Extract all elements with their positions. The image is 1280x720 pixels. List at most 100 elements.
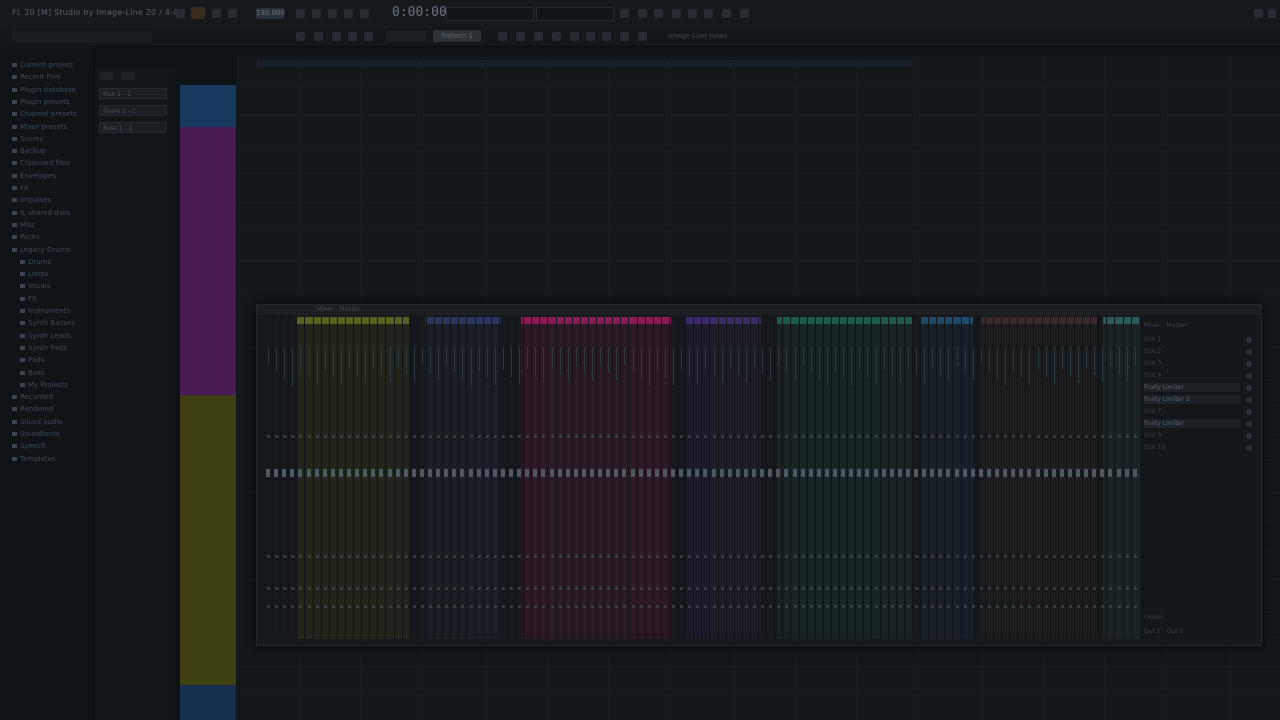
mute-icon[interactable] xyxy=(647,605,651,608)
volume-fader[interactable] xyxy=(760,469,765,477)
volume-fader[interactable] xyxy=(695,469,700,477)
piano-roll-icon[interactable] xyxy=(654,9,663,18)
pan-knob[interactable] xyxy=(1085,435,1089,438)
mute-icon[interactable] xyxy=(526,605,530,608)
volume-fader[interactable] xyxy=(517,469,522,477)
slot-enable-icon[interactable] xyxy=(1246,409,1252,415)
pan-knob[interactable] xyxy=(753,435,756,438)
mixer-channel-strip[interactable] xyxy=(743,317,751,639)
mixer-out-select[interactable]: Out 1 - Out 2 xyxy=(1144,627,1240,636)
mixer-channel-strip[interactable] xyxy=(638,317,646,639)
volume-fader[interactable] xyxy=(379,469,384,477)
route-knob[interactable] xyxy=(1012,587,1016,590)
mixer-channel-strip[interactable] xyxy=(411,317,419,639)
pan-knob[interactable] xyxy=(469,435,473,438)
route-knob[interactable] xyxy=(1068,587,1072,590)
mute-icon[interactable] xyxy=(615,605,619,608)
mute-icon[interactable] xyxy=(380,605,384,608)
route-knob[interactable] xyxy=(542,587,546,590)
mute-icon[interactable] xyxy=(850,605,854,608)
volume-fader[interactable] xyxy=(743,469,748,477)
pan-knob[interactable] xyxy=(477,435,481,438)
route-knob[interactable] xyxy=(1125,587,1129,590)
mixer-channel-strip[interactable] xyxy=(613,317,622,639)
mute-icon[interactable] xyxy=(1004,605,1008,608)
view-rack-icon[interactable] xyxy=(534,32,543,41)
mute-icon[interactable] xyxy=(518,605,522,608)
route-knob[interactable] xyxy=(712,587,716,590)
volume-fader[interactable] xyxy=(525,469,530,477)
send-knob[interactable] xyxy=(825,555,829,558)
route-knob[interactable] xyxy=(429,587,432,590)
mixer-channel-strip[interactable] xyxy=(646,317,654,639)
browser-item[interactable]: Speech xyxy=(12,441,46,452)
mixer-channel-strip[interactable] xyxy=(759,317,768,639)
send-knob[interactable] xyxy=(753,555,756,558)
pan-knob[interactable] xyxy=(510,435,513,438)
route-knob[interactable] xyxy=(996,587,999,590)
mute-icon[interactable] xyxy=(834,605,837,608)
send-knob[interactable] xyxy=(485,555,489,558)
route-knob[interactable] xyxy=(890,587,894,590)
send-knob[interactable] xyxy=(299,555,303,558)
record-icon[interactable] xyxy=(176,9,185,18)
send-knob[interactable] xyxy=(1060,555,1064,558)
send-knob[interactable] xyxy=(1052,555,1056,558)
volume-fader[interactable] xyxy=(1092,469,1097,477)
volume-fader[interactable] xyxy=(679,469,684,477)
volume-fader[interactable] xyxy=(290,469,295,477)
mixer-channel-strip[interactable] xyxy=(816,317,824,639)
send-knob[interactable] xyxy=(1036,555,1040,558)
slot-enable-icon[interactable] xyxy=(1246,337,1252,343)
route-knob[interactable] xyxy=(866,587,870,590)
view-mixer-icon[interactable] xyxy=(552,32,561,41)
mixer-channel-strip[interactable] xyxy=(1116,317,1124,639)
snap-select[interactable] xyxy=(386,31,426,42)
pan-knob[interactable] xyxy=(283,435,287,438)
mixer-channel-strip[interactable] xyxy=(492,317,500,639)
mixer-channel-strip[interactable] xyxy=(1099,317,1108,639)
route-knob[interactable] xyxy=(720,587,724,590)
volume-fader[interactable] xyxy=(905,469,910,477)
volume-fader[interactable] xyxy=(711,469,716,477)
mixer-channel-strip[interactable] xyxy=(524,317,533,639)
pan-knob[interactable] xyxy=(372,435,376,438)
mixer-channel-strip[interactable] xyxy=(702,317,711,639)
arrow-left-icon[interactable] xyxy=(332,32,341,41)
route-knob[interactable] xyxy=(404,587,408,590)
mute-icon[interactable] xyxy=(1093,605,1097,608)
volume-fader[interactable] xyxy=(638,469,643,477)
pan-knob[interactable] xyxy=(817,435,821,438)
pan-knob[interactable] xyxy=(963,435,967,438)
mixer-channel-strip[interactable] xyxy=(1018,317,1027,639)
pan-knob[interactable] xyxy=(655,435,659,438)
volume-fader[interactable] xyxy=(411,469,416,477)
pan-knob[interactable] xyxy=(720,435,724,438)
route-knob[interactable] xyxy=(477,587,481,590)
mixer-channel-strip[interactable] xyxy=(775,317,784,639)
volume-fader[interactable] xyxy=(622,469,627,477)
mute-icon[interactable] xyxy=(1117,605,1121,608)
track-strip-yellow[interactable] xyxy=(180,395,236,685)
pan-knob[interactable] xyxy=(1125,435,1129,438)
mixer-channel-strip[interactable] xyxy=(362,317,371,639)
send-knob[interactable] xyxy=(1004,555,1008,558)
cpu-icon[interactable] xyxy=(620,9,629,18)
route-knob[interactable] xyxy=(1044,587,1048,590)
pan-knob[interactable] xyxy=(501,435,505,438)
route-knob[interactable] xyxy=(396,587,400,590)
mixer-channel-strip[interactable] xyxy=(832,317,840,639)
mixer-channel-strip[interactable] xyxy=(711,317,719,639)
volume-fader[interactable] xyxy=(338,469,343,477)
mixer-channel-strip[interactable] xyxy=(395,317,403,639)
send-knob[interactable] xyxy=(696,555,700,558)
send-knob[interactable] xyxy=(582,555,586,558)
volume-fader[interactable] xyxy=(557,469,562,477)
send-knob[interactable] xyxy=(267,555,270,558)
pan-knob[interactable] xyxy=(987,435,991,438)
mixer-channel-strip[interactable] xyxy=(532,317,541,639)
send-knob[interactable] xyxy=(518,555,522,558)
mute-icon[interactable] xyxy=(882,605,886,608)
mute-icon[interactable] xyxy=(429,605,432,608)
send-knob[interactable] xyxy=(761,555,765,558)
